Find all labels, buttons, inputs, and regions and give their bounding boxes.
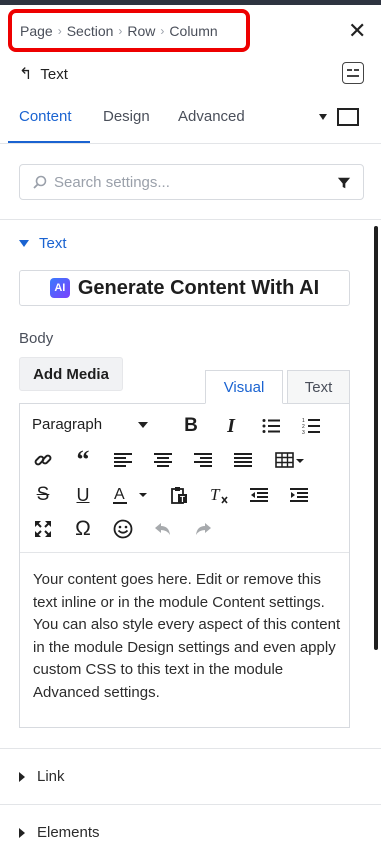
section-label: Elements xyxy=(37,824,100,841)
section-header-text[interactable]: Text xyxy=(19,235,67,252)
special-char-icon[interactable]: Ω xyxy=(70,517,96,541)
divider xyxy=(0,804,381,805)
align-right-icon[interactable] xyxy=(190,448,216,472)
svg-text:T: T xyxy=(180,495,185,504)
table-icon[interactable] xyxy=(272,448,308,472)
paste-text-icon[interactable]: T xyxy=(166,483,192,507)
fullscreen-icon[interactable] xyxy=(30,517,56,541)
caret-down-icon xyxy=(19,240,29,247)
breadcrumb: Page › Section › Row › Column xyxy=(8,9,250,52)
ai-icon: AI xyxy=(49,278,70,298)
filter-icon[interactable] xyxy=(337,176,351,190)
tab-advanced[interactable]: Advanced xyxy=(178,108,245,125)
preset-square-icon[interactable] xyxy=(337,108,359,126)
section-header-link[interactable]: Link xyxy=(19,768,65,785)
undo-icon[interactable] xyxy=(150,517,176,541)
outdent-icon[interactable] xyxy=(246,483,272,507)
close-icon[interactable]: ✕ xyxy=(348,20,366,42)
breadcrumb-section[interactable]: Section xyxy=(67,23,114,39)
divider xyxy=(0,219,381,220)
breadcrumb-separator: › xyxy=(160,23,165,38)
align-left-icon[interactable] xyxy=(110,448,136,472)
emoji-icon[interactable] xyxy=(110,517,136,541)
tab-content[interactable]: Content xyxy=(19,108,72,125)
breadcrumb-row[interactable]: Row xyxy=(127,23,155,39)
indent-icon[interactable] xyxy=(286,483,312,507)
breadcrumb-column[interactable]: Column xyxy=(169,23,217,39)
caret-right-icon xyxy=(19,827,25,838)
section-title: Text xyxy=(39,235,67,252)
generate-ai-label: Generate Content With AI xyxy=(77,276,320,299)
chevron-down-icon xyxy=(138,421,149,428)
search-input[interactable] xyxy=(52,172,346,192)
numbered-list-icon[interactable]: 123 xyxy=(298,414,324,438)
caret-right-icon xyxy=(19,771,25,782)
format-select-value: Paragraph xyxy=(32,416,103,433)
divider xyxy=(0,143,381,144)
bullet-list-icon[interactable] xyxy=(258,414,284,438)
sidebar-toggle-icon[interactable] xyxy=(342,62,364,84)
strikethrough-icon[interactable]: S xyxy=(30,483,56,507)
editor-content[interactable]: Your content goes here. Edit or remove t… xyxy=(33,569,343,705)
breadcrumb-page[interactable]: Page xyxy=(20,23,53,39)
tab-design[interactable]: Design xyxy=(103,108,150,125)
add-media-button[interactable]: Add Media xyxy=(19,357,123,391)
underline-icon[interactable]: U xyxy=(70,483,96,507)
toolbar-divider xyxy=(20,552,349,553)
link-icon[interactable] xyxy=(30,448,56,472)
bold-icon[interactable]: B xyxy=(178,414,204,438)
svg-text:T: T xyxy=(210,486,221,504)
breadcrumb-separator: › xyxy=(118,23,123,38)
svg-text:A: A xyxy=(114,486,125,503)
top-bar xyxy=(0,0,381,5)
search-field xyxy=(19,164,364,200)
breadcrumb-separator: › xyxy=(57,23,62,38)
generate-ai-button[interactable]: AI Generate Content With AI xyxy=(19,270,350,306)
editor-tab-visual[interactable]: Visual xyxy=(205,370,283,404)
editor-tab-text[interactable]: Text xyxy=(287,370,350,404)
body-label: Body xyxy=(19,330,54,347)
section-label: Link xyxy=(37,768,65,785)
align-center-icon[interactable] xyxy=(150,448,176,472)
redo-icon[interactable] xyxy=(190,517,216,541)
scrollbar[interactable] xyxy=(374,226,378,650)
divider xyxy=(0,748,381,749)
section-header-elements[interactable]: Elements xyxy=(19,824,100,841)
svg-text:3: 3 xyxy=(302,430,305,435)
blockquote-icon[interactable]: “ xyxy=(70,445,96,474)
rich-text-editor: Paragraph B I 123 “ S U A T T Ω Your con… xyxy=(19,403,350,728)
format-select[interactable]: Paragraph xyxy=(32,416,149,433)
italic-icon[interactable]: I xyxy=(218,414,244,438)
align-justify-icon[interactable] xyxy=(230,448,256,472)
text-color-icon[interactable]: A xyxy=(108,483,154,507)
search-icon xyxy=(33,175,47,189)
clear-format-icon[interactable]: T xyxy=(206,483,232,507)
module-title: Text xyxy=(40,65,68,83)
back-arrow-icon: ↰ xyxy=(19,66,33,83)
tabs-menu-dropdown-icon[interactable] xyxy=(319,114,327,120)
back-button[interactable]: ↰ Text xyxy=(19,64,68,84)
